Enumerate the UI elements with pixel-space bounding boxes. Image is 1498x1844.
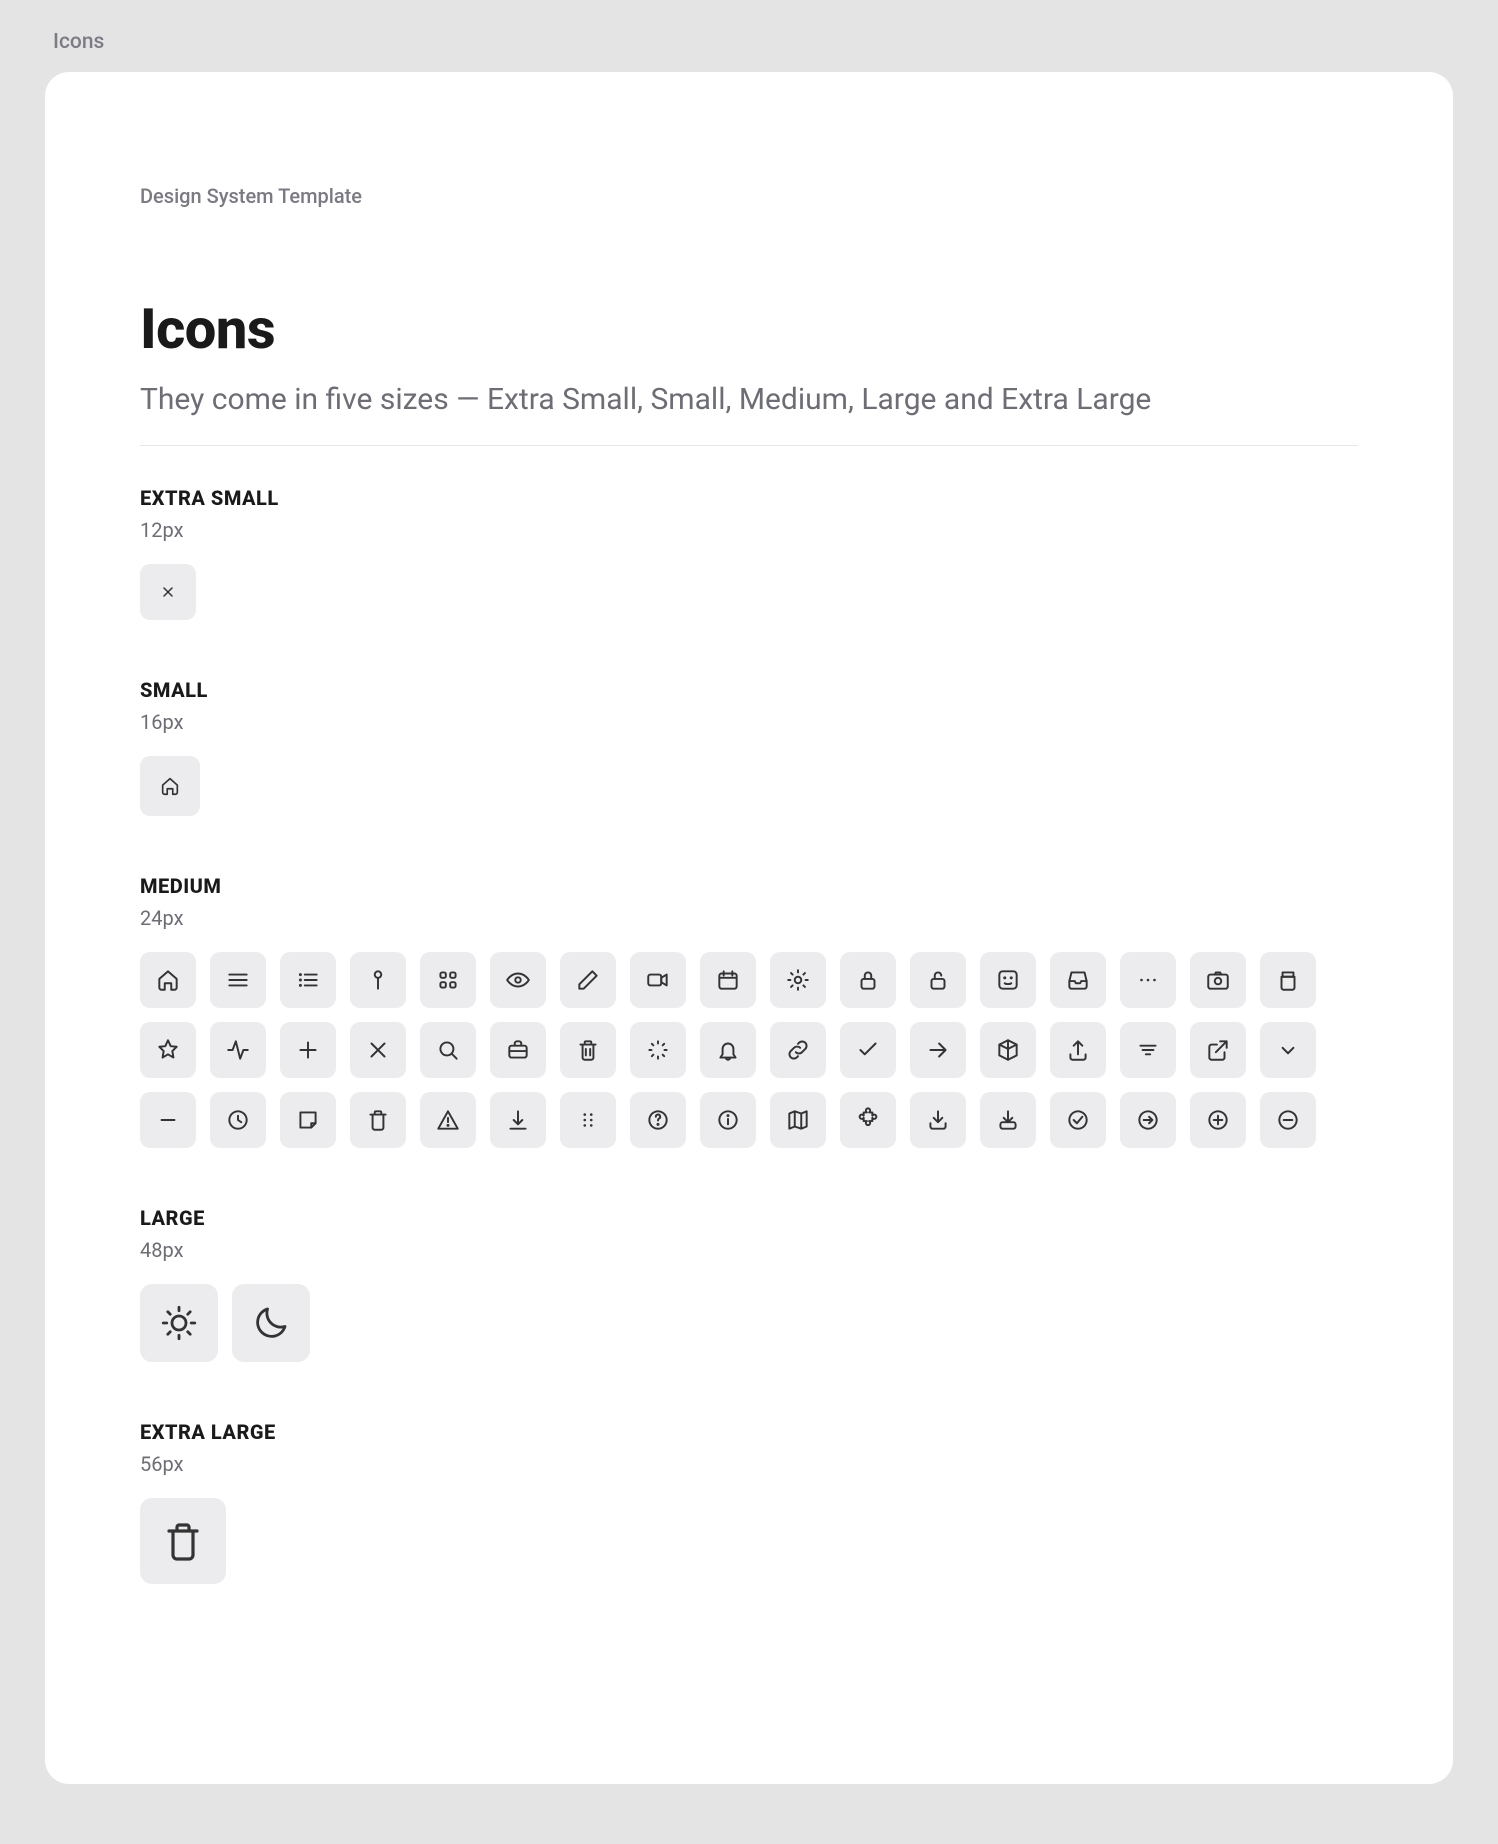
activity-icon: [210, 1022, 266, 1078]
page-subtitle: They come in five sizes — Extra Small, S…: [140, 382, 1358, 417]
menu-icon: [210, 952, 266, 1008]
canvas: Design System Template Icons They come i…: [45, 72, 1453, 1784]
unlock-icon: [910, 952, 966, 1008]
divider: [140, 445, 1358, 446]
camera-icon: [1190, 952, 1246, 1008]
x-icon: [140, 564, 196, 620]
download-tray-icon: [910, 1092, 966, 1148]
import-icon: [980, 1092, 1036, 1148]
clock-icon: [210, 1092, 266, 1148]
tab-label: Icons: [53, 30, 1453, 54]
check-circle-icon: [1050, 1092, 1106, 1148]
section-large: LARGE 48px: [140, 1206, 1358, 1362]
help-icon: [630, 1092, 686, 1148]
map-icon: [770, 1092, 826, 1148]
home-icon: [140, 756, 200, 816]
note-icon: [280, 1092, 336, 1148]
home-icon: [140, 952, 196, 1008]
plus-circle-icon: [1190, 1092, 1246, 1148]
info-icon: [700, 1092, 756, 1148]
section-extra-small: EXTRA SMALL 12px: [140, 486, 1358, 620]
breadcrumb: Design System Template: [140, 184, 1358, 208]
x-icon: [350, 1022, 406, 1078]
icon-row: [140, 564, 1358, 620]
puzzle-icon: [840, 1092, 896, 1148]
filter-icon: [1120, 1022, 1176, 1078]
section-size: 12px: [140, 518, 1358, 542]
eye-icon: [490, 952, 546, 1008]
warning-icon: [420, 1092, 476, 1148]
trash-icon: [140, 1498, 226, 1584]
external-link-icon: [1190, 1022, 1246, 1078]
section-medium: MEDIUM 24px: [140, 874, 1358, 1148]
video-icon: [630, 952, 686, 1008]
calendar-icon: [700, 952, 756, 1008]
trash-icon: [350, 1092, 406, 1148]
loading-icon: [630, 1022, 686, 1078]
inbox-icon: [1050, 952, 1106, 1008]
section-small: SMALL 16px: [140, 678, 1358, 816]
icon-row-3: [140, 1092, 1358, 1148]
trash-icon: [560, 1022, 616, 1078]
sun-icon: [140, 1284, 218, 1362]
arrow-circle-icon: [1120, 1092, 1176, 1148]
grid-icon: [420, 952, 476, 1008]
link-icon: [770, 1022, 826, 1078]
search-icon: [420, 1022, 476, 1078]
section-label: MEDIUM: [140, 874, 1358, 898]
pin-icon: [350, 952, 406, 1008]
check-icon: [840, 1022, 896, 1078]
section-label: SMALL: [140, 678, 1358, 702]
icon-row-2: [140, 1022, 1358, 1078]
star-icon: [140, 1022, 196, 1078]
lock-icon: [840, 952, 896, 1008]
face-icon: [980, 952, 1036, 1008]
chevron-down-icon: [1260, 1022, 1316, 1078]
section-size: 16px: [140, 710, 1358, 734]
minus-circle-icon: [1260, 1092, 1316, 1148]
section-extra-large: EXTRA LARGE 56px: [140, 1420, 1358, 1584]
section-size: 56px: [140, 1452, 1358, 1476]
more-icon: [1120, 952, 1176, 1008]
briefcase-icon: [490, 1022, 546, 1078]
download-icon: [490, 1092, 546, 1148]
plus-icon: [280, 1022, 336, 1078]
moon-icon: [232, 1284, 310, 1362]
icon-row: [140, 1284, 1358, 1362]
minus-icon: [140, 1092, 196, 1148]
section-label: LARGE: [140, 1206, 1358, 1230]
icon-row: [140, 1498, 1358, 1584]
icon-row: [140, 756, 1358, 816]
gear-icon: [770, 952, 826, 1008]
section-label: EXTRA SMALL: [140, 486, 1358, 510]
bell-icon: [700, 1022, 756, 1078]
pencil-icon: [560, 952, 616, 1008]
archive-icon: [1260, 952, 1316, 1008]
drag-icon: [560, 1092, 616, 1148]
cube-icon: [980, 1022, 1036, 1078]
page-title: Icons: [140, 296, 1358, 362]
section-size: 24px: [140, 906, 1358, 930]
upload-icon: [1050, 1022, 1106, 1078]
section-size: 48px: [140, 1238, 1358, 1262]
section-label: EXTRA LARGE: [140, 1420, 1358, 1444]
arrow-right-icon: [910, 1022, 966, 1078]
list-icon: [280, 952, 336, 1008]
icon-row-1: [140, 952, 1358, 1008]
